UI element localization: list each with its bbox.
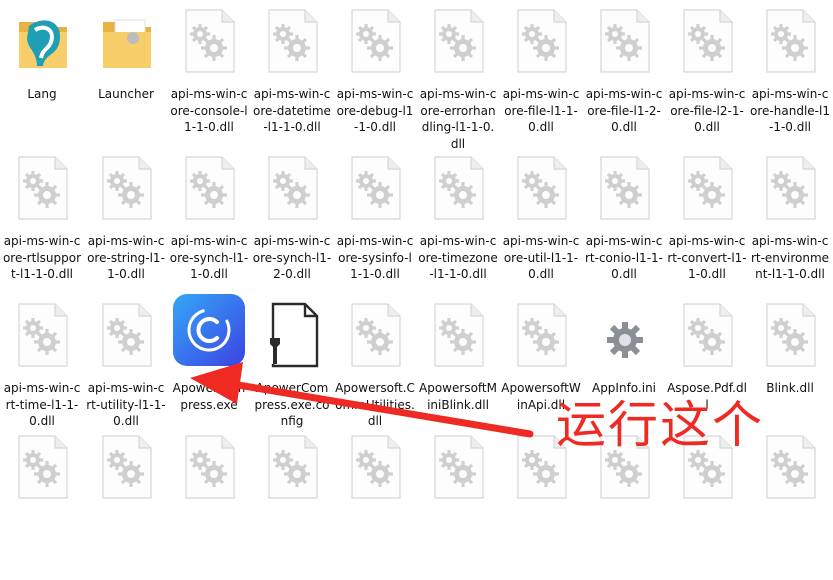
dll-icon xyxy=(15,302,71,368)
file-item[interactable]: Launcher xyxy=(86,8,166,154)
dll-icon xyxy=(182,434,238,500)
file-item[interactable] xyxy=(86,434,166,580)
file-name: api-ms-win-core-file-l2-1-0.dll xyxy=(668,87,746,134)
file-item[interactable]: api-ms-win-core-sysinfo-l1-1-0.dll xyxy=(335,155,415,301)
file-item[interactable]: api-ms-win-core-rtlsupport-l1-1-0.dll xyxy=(2,155,82,301)
dll-icon xyxy=(597,155,653,221)
dll-icon xyxy=(265,8,321,74)
folder-icon xyxy=(99,8,155,74)
file-name: Apowersoft.CommUtilities.dll xyxy=(335,381,415,428)
file-item[interactable]: api-ms-win-crt-time-l1-1-0.dll xyxy=(2,302,82,448)
file-name: ApowerCompress.exe.config xyxy=(254,381,330,428)
file-name: api-ms-win-core-debug-l1-1-0.dll xyxy=(336,87,414,134)
file-item[interactable]: api-ms-win-core-string-l1-1-0.dll xyxy=(86,155,166,301)
file-item[interactable]: api-ms-win-crt-utility-l1-1-0.dll xyxy=(86,302,166,448)
dll-icon xyxy=(431,434,487,500)
file-item[interactable]: api-ms-win-core-synch-l1-2-0.dll xyxy=(252,155,332,301)
dll-icon xyxy=(763,8,819,74)
file-item[interactable]: api-ms-win-crt-convert-l1-1-0.dll xyxy=(667,155,747,301)
file-item[interactable]: api-ms-win-core-synch-l1-1-0.dll xyxy=(169,155,249,301)
dll-icon xyxy=(15,155,71,221)
apower-app-icon xyxy=(173,294,245,366)
dll-icon xyxy=(431,8,487,74)
file-item[interactable]: api-ms-win-core-file-l1-1-0.dll xyxy=(501,8,581,154)
file-item[interactable]: api-ms-win-core-debug-l1-1-0.dll xyxy=(335,8,415,154)
dll-icon xyxy=(514,8,570,74)
file-name: api-ms-win-crt-convert-l1-1-0.dll xyxy=(667,234,747,281)
file-item[interactable]: api-ms-win-core-util-l1-1-0.dll xyxy=(501,155,581,301)
file-name: api-ms-win-core-sysinfo-l1-1-0.dll xyxy=(336,234,414,281)
file-name: api-ms-win-core-file-l1-2-0.dll xyxy=(585,87,663,134)
file-item[interactable] xyxy=(2,434,82,580)
file-item[interactable]: ApowersoftMiniBlink.dll xyxy=(418,302,498,448)
file-item[interactable]: api-ms-win-core-file-l2-1-0.dll xyxy=(667,8,747,154)
file-item[interactable]: ApowerCompress.exe.config xyxy=(252,302,332,448)
file-name: api-ms-win-core-datetime-l1-1-0.dll xyxy=(253,87,331,134)
file-item[interactable]: api-ms-win-crt-environment-l1-1-0.dll xyxy=(750,155,830,301)
file-name: api-ms-win-core-string-l1-1-0.dll xyxy=(87,234,165,281)
file-item[interactable]: api-ms-win-core-file-l1-2-0.dll xyxy=(584,8,664,154)
file-name: api-ms-win-core-file-l1-1-0.dll xyxy=(502,87,580,134)
file-item[interactable]: ApowerCompress.exe xyxy=(169,294,249,448)
file-item[interactable]: api-ms-win-crt-conio-l1-1-0.dll xyxy=(584,155,664,301)
file-name: api-ms-win-crt-time-l1-1-0.dll xyxy=(3,381,81,428)
dll-icon xyxy=(680,302,736,368)
dll-icon xyxy=(763,302,819,368)
dll-icon xyxy=(182,8,238,74)
dll-icon xyxy=(99,155,155,221)
dll-icon xyxy=(15,434,71,500)
ini-gear-icon xyxy=(597,302,653,368)
file-name: api-ms-win-core-handle-l1-1-0.dll xyxy=(750,87,830,134)
file-name: ApowersoftMiniBlink.dll xyxy=(419,381,497,412)
file-name: api-ms-win-core-console-l1-1-0.dll xyxy=(170,87,248,134)
dll-icon xyxy=(763,434,819,500)
file-item[interactable] xyxy=(335,434,415,580)
dll-icon xyxy=(348,434,404,500)
file-name: api-ms-win-core-timezone-l1-1-0.dll xyxy=(418,234,498,281)
file-name: api-ms-win-core-synch-l1-2-0.dll xyxy=(252,234,332,281)
dll-icon xyxy=(99,434,155,500)
dll-icon xyxy=(431,155,487,221)
dll-icon xyxy=(265,434,321,500)
dll-icon xyxy=(182,155,238,221)
file-name: api-ms-win-crt-utility-l1-1-0.dll xyxy=(86,381,166,428)
dll-icon xyxy=(265,155,321,221)
file-item[interactable]: api-ms-win-core-datetime-l1-1-0.dll xyxy=(252,8,332,154)
dll-icon xyxy=(763,155,819,221)
folder-lang-icon xyxy=(15,8,71,74)
file-item[interactable]: Apowersoft.CommUtilities.dll xyxy=(335,302,415,448)
dll-icon xyxy=(348,155,404,221)
file-name: api-ms-win-crt-conio-l1-1-0.dll xyxy=(584,234,663,281)
file-name: ApowerCompress.exe xyxy=(172,381,246,412)
dll-icon xyxy=(680,155,736,221)
dll-icon xyxy=(348,8,404,74)
dll-icon xyxy=(514,155,570,221)
dll-icon xyxy=(680,8,736,74)
file-item[interactable]: Lang xyxy=(2,8,82,154)
file-name: api-ms-win-core-util-l1-1-0.dll xyxy=(502,234,580,281)
dll-icon xyxy=(514,302,570,368)
dll-icon xyxy=(597,8,653,74)
file-item[interactable]: api-ms-win-core-console-l1-1-0.dll xyxy=(169,8,249,154)
file-name: api-ms-win-core-synch-l1-1-0.dll xyxy=(169,234,249,281)
file-item[interactable]: api-ms-win-core-timezone-l1-1-0.dll xyxy=(418,155,498,301)
file-item[interactable]: api-ms-win-core-handle-l1-1-0.dll xyxy=(750,8,830,154)
file-item[interactable] xyxy=(252,434,332,580)
config-icon xyxy=(265,302,321,368)
file-item[interactable] xyxy=(169,434,249,580)
file-name: Lang xyxy=(27,87,57,101)
dll-icon xyxy=(99,302,155,368)
file-item[interactable]: api-ms-win-core-errorhandling-l1-1-0.dll xyxy=(418,8,498,154)
file-name: api-ms-win-crt-environment-l1-1-0.dll xyxy=(750,234,830,281)
file-item[interactable] xyxy=(418,434,498,580)
file-name: Launcher xyxy=(98,87,154,101)
file-name: api-ms-win-core-errorhandling-l1-1-0.dll xyxy=(419,87,497,151)
annotation-text: 运行这个 xyxy=(556,396,764,454)
dll-icon xyxy=(431,302,487,368)
dll-icon xyxy=(348,302,404,368)
file-name: api-ms-win-core-rtlsupport-l1-1-0.dll xyxy=(2,234,82,281)
